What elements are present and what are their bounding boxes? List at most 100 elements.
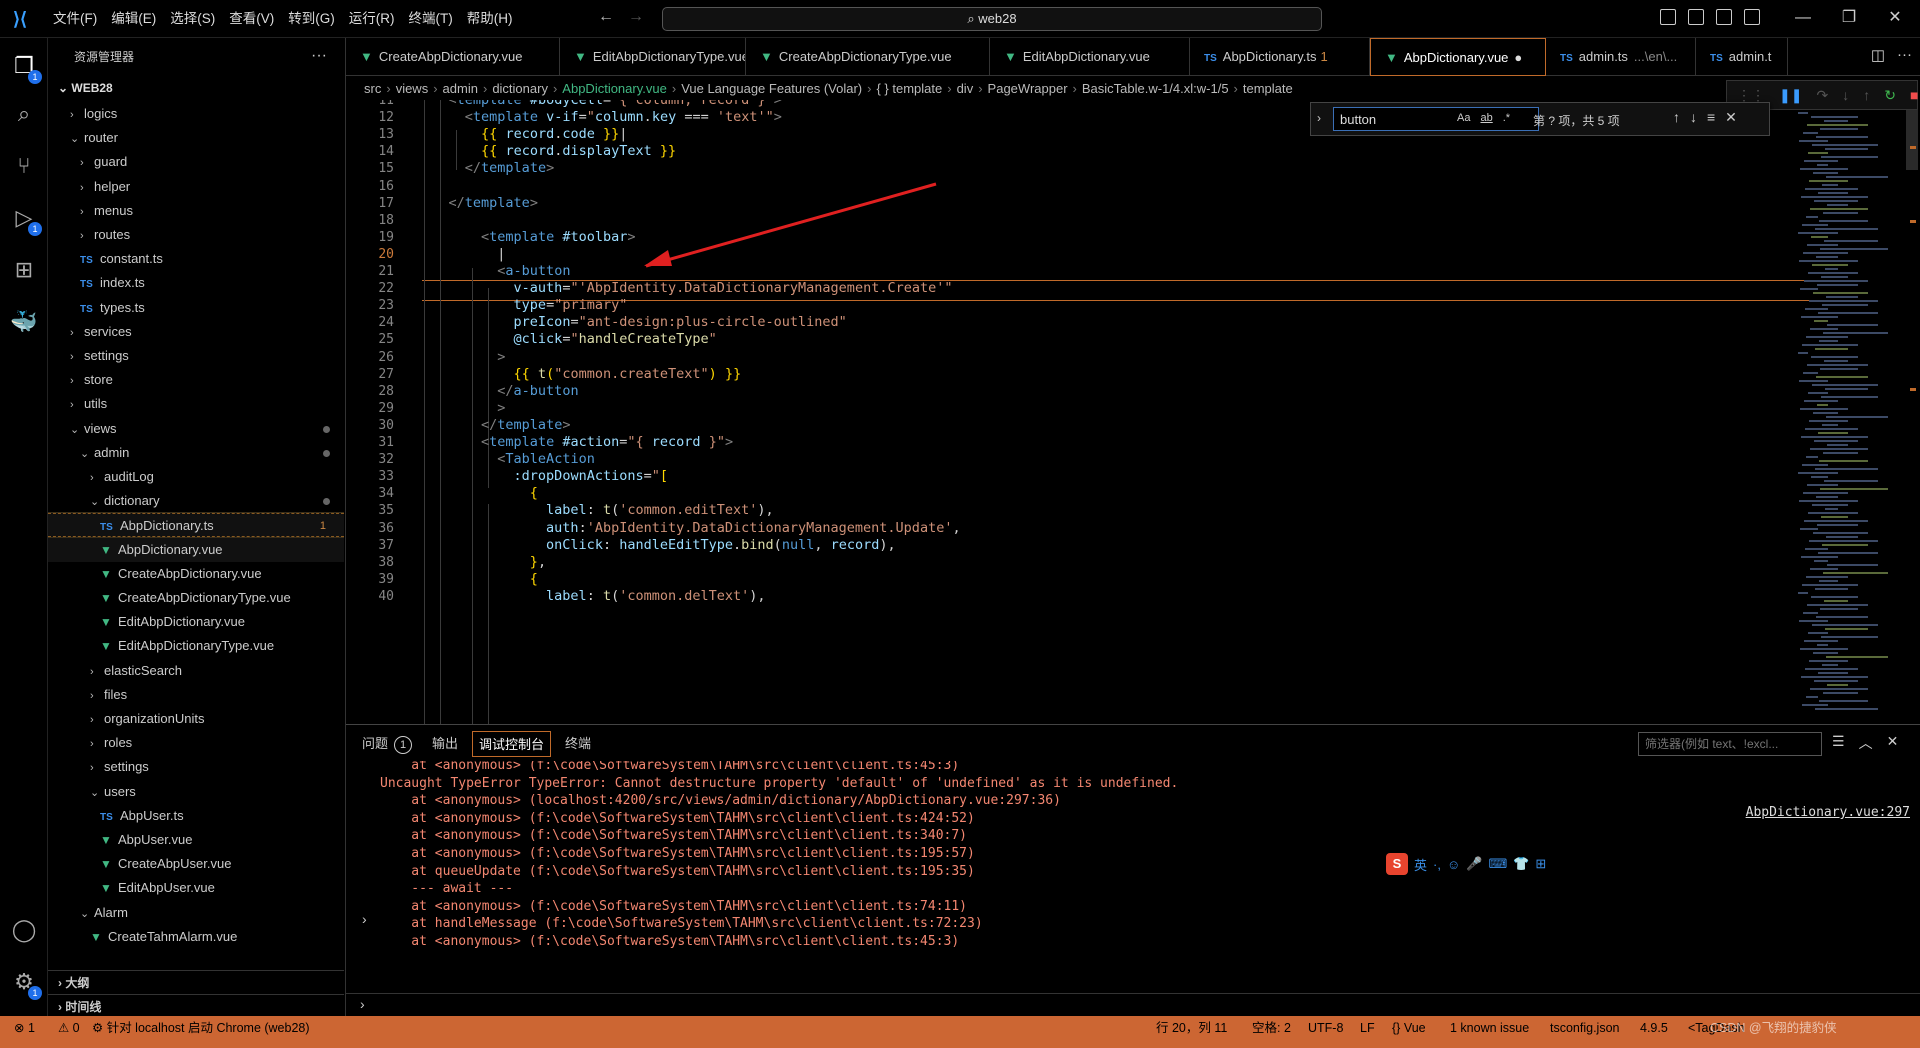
tree-folder[interactable]: › auditLog (48, 465, 344, 489)
clear-console-icon[interactable]: ☰ (1832, 733, 1845, 753)
status-ts-version[interactable]: 4.9.5 (1640, 1016, 1668, 1040)
editor-tab[interactable]: TS AbpDictionary.ts 1 (1190, 38, 1370, 76)
tree-folder[interactable]: › files (48, 683, 344, 707)
console-source-link[interactable]: AbpDictionary.vue:297 (1746, 805, 1910, 820)
breadcrumb-item[interactable]: { } template (876, 81, 942, 96)
ime-skin-icon[interactable]: 👕 (1513, 856, 1529, 872)
toggle-sidebar-icon[interactable] (1660, 9, 1676, 25)
workspace-header[interactable]: ⌄ WEB28 (48, 78, 344, 98)
menu-item[interactable]: 帮助(H) (460, 0, 520, 38)
panel-tab[interactable]: 终端 (559, 731, 597, 757)
tree-file[interactable]: ▼ CreateAbpDictionary.vue (48, 562, 344, 586)
settings-gear-icon[interactable]: ⚙ 1 (10, 968, 42, 1000)
tree-file[interactable]: ▼ AbpUser.vue (48, 828, 344, 852)
tree-folder[interactable]: ⌄ Alarm (48, 901, 344, 925)
status-errors[interactable]: ⊗ 1 (14, 1016, 35, 1040)
run-debug-icon[interactable]: ▷ 1 (10, 204, 42, 236)
tree-folder[interactable]: › settings (48, 755, 344, 779)
unsaved-dot-icon[interactable]: ● (1514, 50, 1522, 65)
editor-tab[interactable]: ▼ AbpDictionary.vue ● (1370, 38, 1546, 76)
match-case-toggle[interactable]: Aa (1457, 112, 1470, 124)
panel-tab[interactable]: 调试控制台 (472, 731, 552, 757)
status-indentation[interactable]: 空格: 2 (1252, 1016, 1291, 1040)
close-panel-icon[interactable]: ✕ (1887, 733, 1899, 753)
tree-file[interactable]: ▼ CreateAbpUser.vue (48, 852, 344, 876)
ime-emoji-icon[interactable]: ☺ (1447, 857, 1460, 872)
breadcrumb-item[interactable]: views (396, 81, 429, 96)
close-window-icon[interactable]: ✕ (1872, 6, 1918, 30)
tree-folder[interactable]: › elasticSearch (48, 659, 344, 683)
regex-toggle[interactable]: .* (1503, 112, 1510, 124)
menu-item[interactable]: 终端(T) (402, 0, 460, 38)
menu-item[interactable]: 运行(R) (342, 0, 402, 38)
docker-icon[interactable]: 🐳 (10, 308, 38, 336)
previous-match-icon[interactable]: ↑ (1673, 109, 1680, 126)
menu-item[interactable]: 转到(G) (281, 0, 342, 38)
menu-item[interactable]: 编辑(E) (104, 0, 163, 38)
menu-item[interactable]: 查看(V) (222, 0, 281, 38)
ime-voice-icon[interactable]: 🎤 (1466, 856, 1482, 872)
tree-folder[interactable]: › routes (48, 223, 344, 247)
tree-folder[interactable]: ⌄ admin (48, 441, 344, 465)
next-match-icon[interactable]: ↓ (1690, 109, 1697, 126)
tree-file[interactable]: TS AbpUser.ts (48, 804, 344, 828)
sogou-ime-icon[interactable]: S (1386, 853, 1408, 875)
customize-layout-icon[interactable] (1744, 9, 1760, 25)
breadcrumb-item[interactable]: Vue Language Features (Volar) (681, 81, 862, 96)
breadcrumb-item[interactable]: dictionary (492, 81, 548, 96)
status-encoding[interactable]: UTF-8 (1308, 1016, 1343, 1040)
ime-punct-icon[interactable]: ·, (1433, 857, 1441, 872)
console-filter-input[interactable] (1638, 732, 1822, 756)
tree-folder[interactable]: › menus (48, 199, 344, 223)
step-over-icon[interactable]: ↷ (1816, 87, 1828, 104)
tree-folder[interactable]: › organizationUnits (48, 707, 344, 731)
tree-folder[interactable]: › helper (48, 175, 344, 199)
breadcrumb-item[interactable]: src (364, 81, 381, 96)
stop-icon[interactable]: ■ (1910, 87, 1918, 103)
editor-tab[interactable]: ▼ CreateAbpDictionaryType.vue (746, 38, 990, 76)
drag-handle-icon[interactable]: ⋮⋮ (1737, 87, 1765, 104)
breadcrumb-item[interactable]: BasicTable.w-1/4.xl:w-1/5 (1082, 81, 1229, 96)
step-into-icon[interactable]: ↓ (1842, 87, 1849, 103)
minimap[interactable] (1784, 110, 1914, 724)
status-eol[interactable]: LF (1360, 1016, 1375, 1040)
ime-keyboard-icon[interactable]: ⌨ (1488, 856, 1507, 872)
tree-folder[interactable]: › roles (48, 731, 344, 755)
forward-arrow-icon[interactable]: → (628, 8, 644, 26)
restart-icon[interactable]: ↻ (1884, 87, 1896, 104)
tree-folder[interactable]: › store (48, 368, 344, 392)
back-arrow-icon[interactable]: ← (598, 8, 614, 26)
timeline-section[interactable]: › 时间线 (48, 994, 344, 1018)
source-control-icon[interactable]: ⑂ (10, 152, 38, 180)
editor-tab[interactable]: ▼ EditAbpDictionary.vue (990, 38, 1190, 76)
restore-icon[interactable]: ❐ (1826, 6, 1872, 30)
command-center[interactable]: ⌕ web28 (662, 7, 1322, 31)
tree-folder[interactable]: ⌄ users (48, 780, 344, 804)
menu-item[interactable]: 选择(S) (163, 0, 222, 38)
tree-folder[interactable]: ⌄ views (48, 417, 344, 441)
tree-file[interactable]: ▼ EditAbpDictionary.vue (48, 610, 344, 634)
ime-mode[interactable]: 英 (1414, 855, 1427, 874)
panel-tab[interactable]: 问题 1 (356, 731, 418, 757)
step-out-icon[interactable]: ↑ (1863, 87, 1870, 103)
status-debug-session[interactable]: ⚙ 针对 localhost 启动 Chrome (web28) (92, 1016, 310, 1040)
panel-tab[interactable]: 输出 (426, 731, 464, 757)
toggle-panel-icon[interactable] (1688, 9, 1704, 25)
scrollbar-slider[interactable] (1906, 110, 1918, 170)
maximize-panel-icon[interactable]: ︿ (1859, 733, 1873, 753)
status-cursor-position[interactable]: 行 20，列 11 (1156, 1016, 1227, 1040)
ime-grid-icon[interactable]: ⊞ (1535, 856, 1546, 872)
match-word-toggle[interactable]: ab (1480, 112, 1492, 124)
tree-folder[interactable]: › guard (48, 150, 344, 174)
editor-tab[interactable]: ▼ EditAbpDictionaryType.vue (560, 38, 746, 76)
repl-input[interactable]: › (346, 993, 1920, 1017)
split-editor-icon[interactable]: ◫ (1871, 46, 1885, 64)
tree-file[interactable]: ▼ EditAbpUser.vue (48, 876, 344, 900)
editor-tab[interactable]: ▼ CreateAbpDictionary.vue (346, 38, 560, 76)
status-known-issues[interactable]: 1 known issue (1450, 1016, 1529, 1040)
tree-file[interactable]: ▼ CreateTahmAlarm.vue (48, 925, 344, 949)
breadcrumb-item[interactable]: PageWrapper (988, 81, 1068, 96)
tree-file[interactable]: TS AbpDictionary.ts 1 (48, 512, 344, 539)
account-icon[interactable]: ◯ (10, 916, 38, 944)
toggle-replace-icon[interactable]: › (1317, 111, 1321, 125)
